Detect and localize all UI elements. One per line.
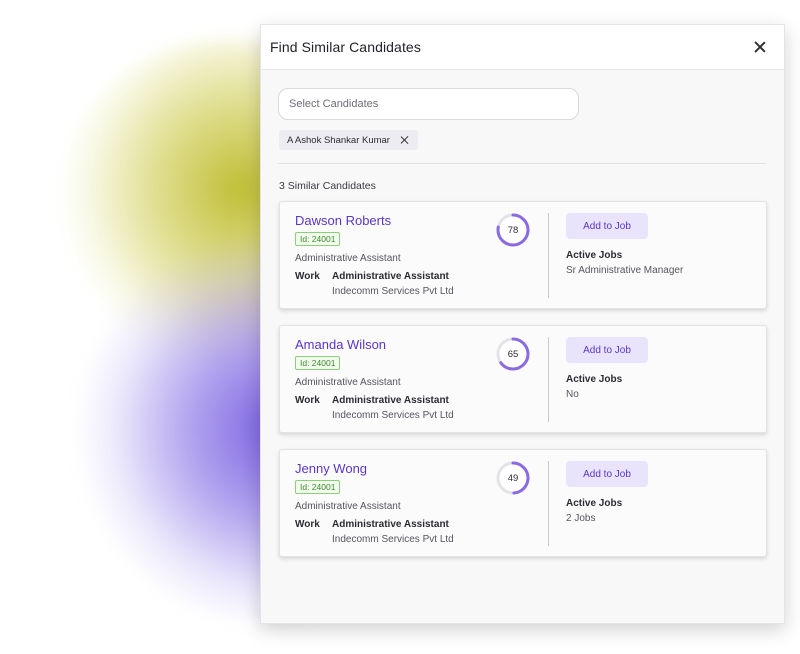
candidate-title: Administrative Assistant bbox=[295, 377, 401, 388]
work-role: Administrative Assistant bbox=[332, 271, 449, 282]
candidate-id-badge: Id: 24001 bbox=[295, 356, 341, 370]
add-to-job-button[interactable]: Add to Job bbox=[566, 461, 648, 487]
remove-chip-icon[interactable] bbox=[400, 135, 410, 145]
candidate-card: Amanda Wilson Id: 24001 Administrative A… bbox=[279, 325, 767, 433]
candidate-name-link[interactable]: Jenny Wong bbox=[295, 461, 367, 476]
candidate-name-link[interactable]: Amanda Wilson bbox=[295, 337, 386, 352]
match-score-value: 65 bbox=[507, 348, 519, 360]
work-company: Indecomm Services Pvt Ltd bbox=[332, 286, 454, 297]
card-divider bbox=[548, 337, 549, 422]
add-to-job-button[interactable]: Add to Job bbox=[566, 337, 648, 363]
selected-candidate-chip-label: A Ashok Shankar Kumar bbox=[287, 134, 390, 146]
modal-header: Find Similar Candidates bbox=[261, 25, 784, 70]
match-score-ring: 49 bbox=[496, 461, 530, 495]
work-role: Administrative Assistant bbox=[332, 519, 449, 530]
add-to-job-button[interactable]: Add to Job bbox=[566, 213, 648, 239]
candidate-id-badge: Id: 24001 bbox=[295, 232, 341, 246]
candidate-title: Administrative Assistant bbox=[295, 501, 401, 512]
candidate-id-badge: Id: 24001 bbox=[295, 480, 341, 494]
work-label: Work bbox=[295, 395, 320, 406]
similar-candidates-count: 3 Similar Candidates bbox=[279, 180, 376, 192]
work-company: Indecomm Services Pvt Ltd bbox=[332, 410, 454, 421]
candidate-card: Dawson Roberts Id: 24001 Administrative … bbox=[279, 201, 767, 309]
work-label: Work bbox=[295, 519, 320, 530]
match-score-value: 78 bbox=[507, 224, 519, 236]
candidate-card: Jenny Wong Id: 24001 Administrative Assi… bbox=[279, 449, 767, 557]
work-role: Administrative Assistant bbox=[332, 395, 449, 406]
select-candidates-input[interactable] bbox=[278, 88, 579, 120]
active-jobs-value: 2 Jobs bbox=[566, 513, 596, 524]
match-score-ring: 65 bbox=[496, 337, 530, 371]
active-jobs-value: No bbox=[566, 389, 579, 400]
active-jobs-value: Sr Administrative Manager bbox=[566, 265, 684, 276]
candidate-title: Administrative Assistant bbox=[295, 253, 401, 264]
close-icon[interactable] bbox=[752, 39, 768, 55]
card-divider bbox=[548, 213, 549, 298]
match-score-ring: 78 bbox=[496, 213, 530, 247]
active-jobs-label: Active Jobs bbox=[566, 498, 623, 509]
selected-candidate-chip: A Ashok Shankar Kumar bbox=[279, 130, 418, 150]
active-jobs-label: Active Jobs bbox=[566, 250, 623, 261]
modal-title: Find Similar Candidates bbox=[270, 39, 421, 55]
match-score-value: 49 bbox=[507, 472, 519, 484]
find-similar-candidates-modal: Find Similar Candidates A Ashok Shankar … bbox=[260, 24, 785, 624]
work-label: Work bbox=[295, 271, 320, 282]
divider bbox=[278, 163, 766, 164]
active-jobs-label: Active Jobs bbox=[566, 374, 623, 385]
card-divider bbox=[548, 461, 549, 546]
candidate-name-link[interactable]: Dawson Roberts bbox=[295, 213, 391, 228]
work-company: Indecomm Services Pvt Ltd bbox=[332, 534, 454, 545]
